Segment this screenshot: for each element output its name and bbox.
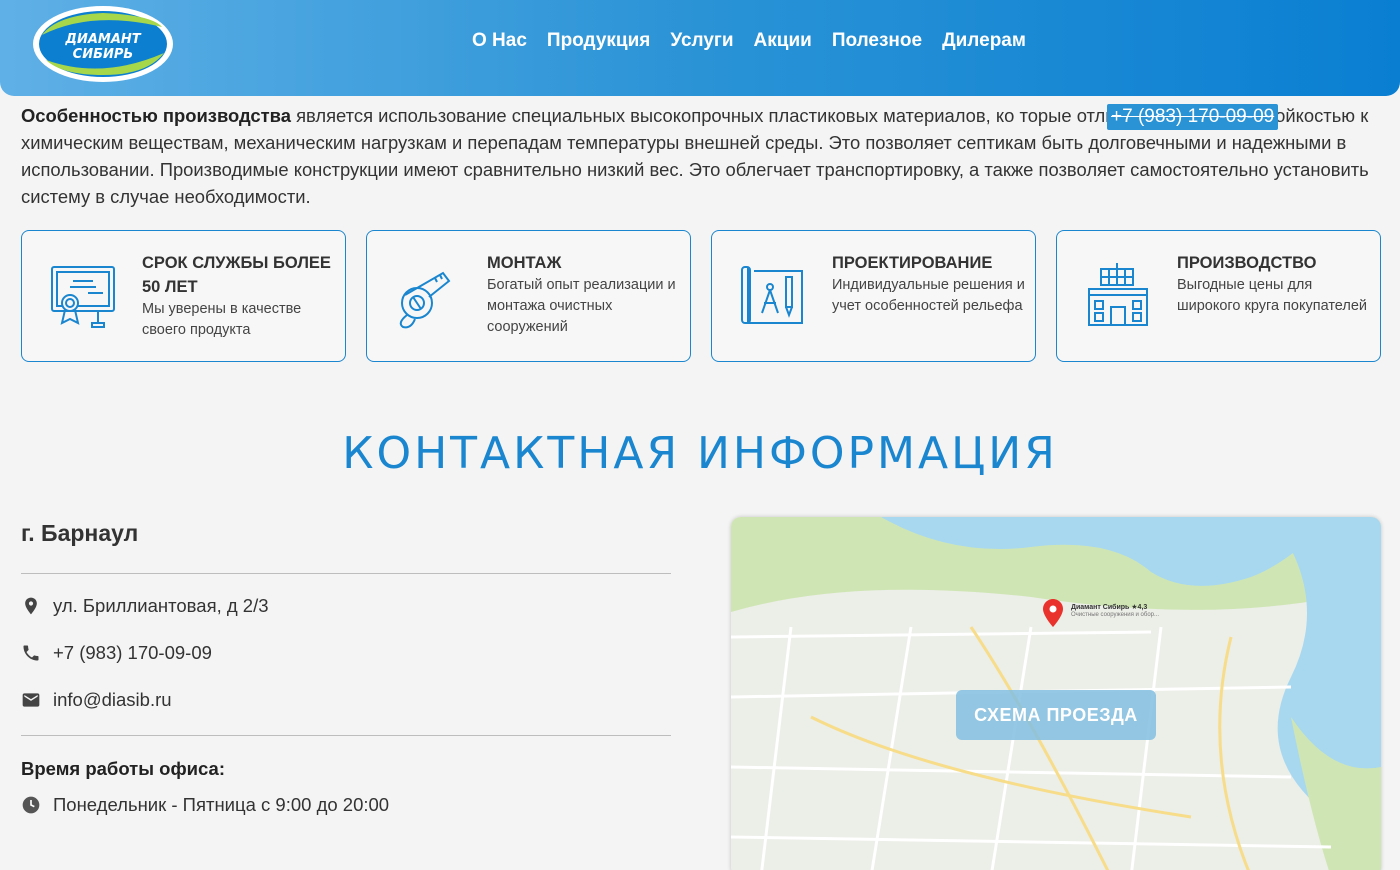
office-hours: Понедельник - Пятница с 9:00 до 20:00 (21, 794, 389, 816)
section-title-contacts: КОНТАКТНАЯ ИНФОРМАЦИЯ (342, 428, 1058, 479)
feature-card-lifetime: СРОК СЛУЖБЫ БОЛЕЕ 50 ЛЕТ Мы уверены в ка… (21, 230, 346, 362)
clock-icon (22, 796, 40, 814)
email-text[interactable]: info@diasib.ru (53, 689, 172, 711)
feature-title: ПРОЕКТИРОВАНИЕ (832, 254, 993, 272)
divider (21, 735, 671, 736)
certificate-icon (51, 266, 115, 328)
divider (21, 573, 671, 574)
phone-text[interactable]: +7 (983) 170-09-09 (53, 642, 212, 664)
main-nav: О Нас Продукция Услуги Акции Полезное Ди… (472, 30, 1026, 52)
floating-phone-link[interactable]: +7 (983) 170-09-09 (1107, 104, 1279, 130)
hours-text: Понедельник - Пятница с 9:00 до 20:00 (53, 794, 390, 815)
feature-desc: Индивидуальные решения и учет особенност… (832, 277, 1025, 314)
feature-card-design: ПРОЕКТИРОВАНИЕ Индивидуальные решения и … (711, 230, 1036, 362)
feature-title: СРОК СЛУЖБЫ БОЛЕЕ 50 ЛЕТ (142, 254, 331, 296)
feature-title: ПРОИЗВОДСТВО (1177, 254, 1317, 272)
city-name: г. Барнаул (21, 520, 139, 546)
site-header: ДИАМАНТ СИБИРЬ О Нас Продукция Услуги Ак… (0, 0, 1400, 96)
contact-address: ул. Бриллиантовая, д 2/3 (21, 595, 269, 617)
feature-title: МОНТАЖ (487, 254, 562, 272)
logo-text-line1: ДИАМАНТ (64, 32, 141, 47)
feature-desc: Богатый опыт реализации и монтажа очистн… (487, 277, 676, 335)
blueprint-icon (741, 266, 803, 324)
nav-useful[interactable]: Полезное (832, 30, 922, 52)
nav-about[interactable]: О Нас (472, 30, 527, 52)
location-map[interactable]: Диамант Сибирь ★4,3 Очистные сооружения … (731, 517, 1381, 870)
directions-button[interactable]: СХЕМА ПРОЕЗДА (956, 690, 1156, 740)
address-text: ул. Бриллиантовая, д 2/3 (53, 595, 269, 616)
logo-text-line2: СИБИРЬ (73, 47, 134, 62)
email-icon (22, 693, 40, 707)
map-place-name: Диамант Сибирь ★4,3 (1071, 604, 1148, 611)
feature-card-production: ПРОИЗВОДСТВО Выгодные цены для широкого … (1056, 230, 1381, 362)
intro-bold: Особенностью производства (21, 105, 291, 126)
diamant-sibir-logo[interactable]: ДИАМАНТ СИБИРЬ (32, 5, 174, 83)
office-hours-title: Время работы офиса: (21, 758, 226, 779)
phone-icon (23, 645, 39, 661)
map-place-subtitle: Очистные сооружения и обор... (1071, 612, 1159, 618)
features-row: СРОК СЛУЖБЫ БОЛЕЕ 50 ЛЕТ Мы уверены в ка… (21, 230, 1382, 362)
feature-desc: Выгодные цены для широкого круга покупат… (1177, 277, 1368, 314)
tape-measure-icon (399, 271, 451, 329)
factory-icon (1088, 263, 1148, 326)
nav-products[interactable]: Продукция (547, 30, 650, 52)
location-pin-icon (25, 597, 37, 615)
feature-desc: Мы уверены в качестве своего продукта (142, 301, 302, 338)
contact-phone[interactable]: +7 (983) 170-09-09 (21, 642, 212, 664)
nav-services[interactable]: Услуги (670, 30, 733, 52)
nav-dealers[interactable]: Дилерам (942, 30, 1026, 52)
contact-email[interactable]: info@diasib.ru (21, 689, 172, 711)
map-pin-icon[interactable] (1043, 599, 1063, 627)
feature-card-installation: МОНТАЖ Богатый опыт реализации и монтажа… (366, 230, 691, 362)
nav-promotions[interactable]: Акции (754, 30, 812, 52)
